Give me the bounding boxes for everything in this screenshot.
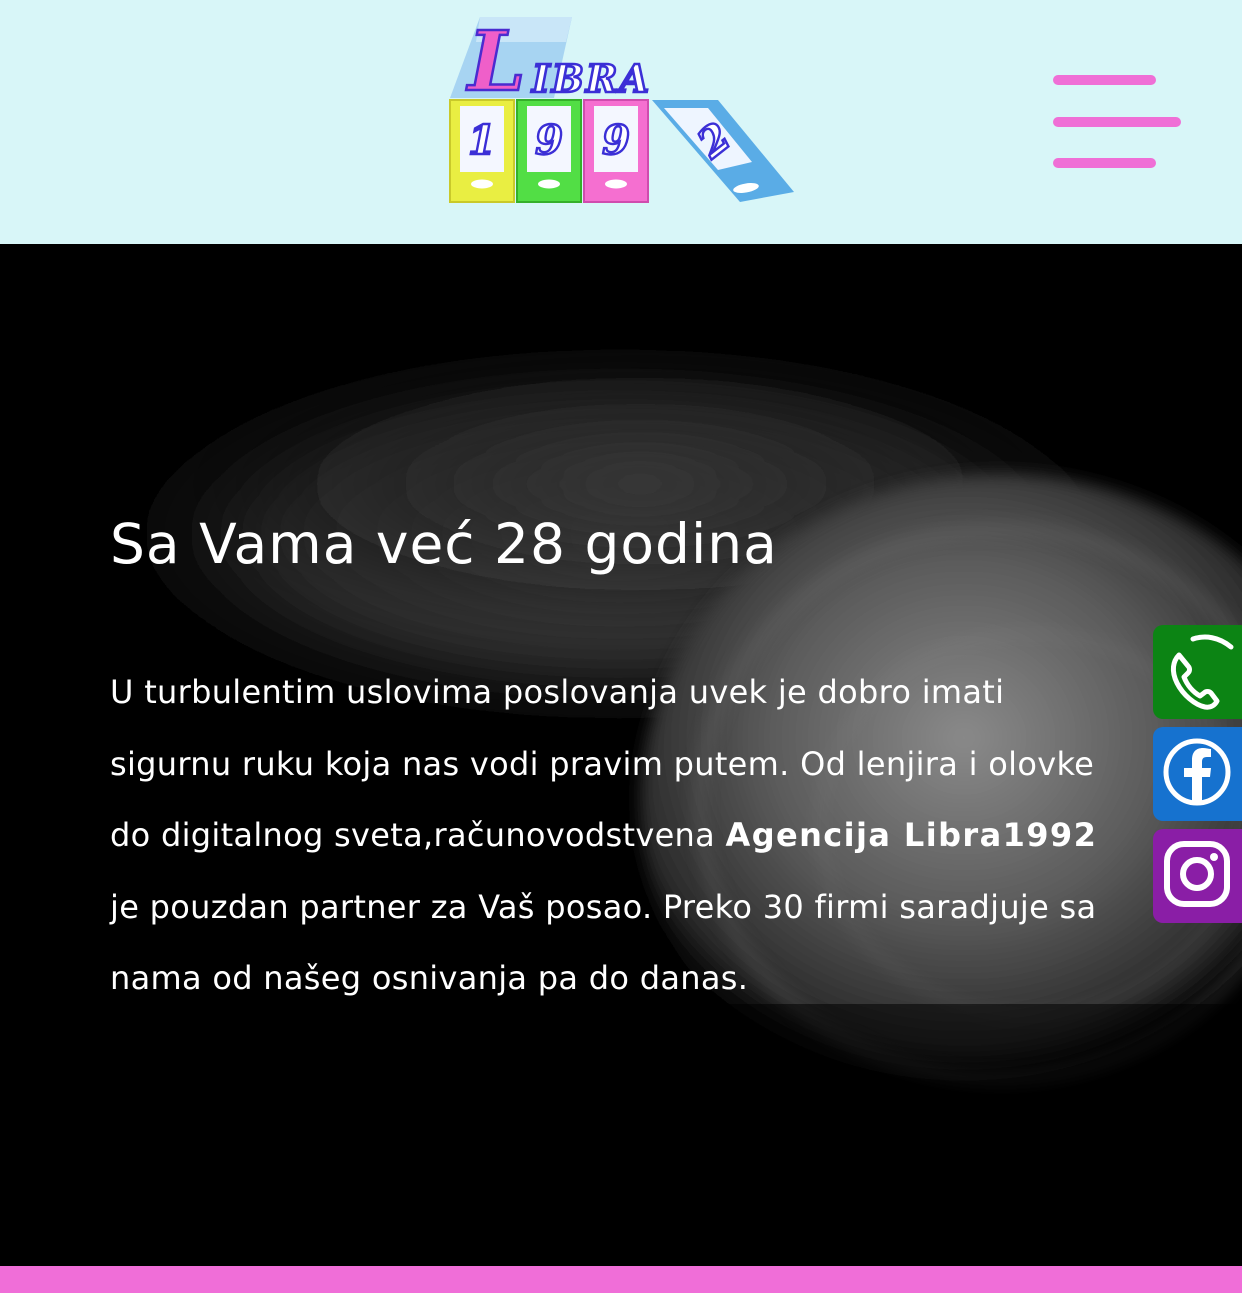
site-header: L IBRA 1 9 9 2 xyxy=(0,0,1242,244)
hero-section: Sa Vama već 28 godina U turbulentim uslo… xyxy=(0,244,1242,1266)
hero-title: Sa Vama već 28 godina xyxy=(110,512,778,576)
logo-graphic: L IBRA 1 9 9 2 xyxy=(449,13,794,203)
hero-paragraph: U turbulentim uslovima poslovanja uvek j… xyxy=(110,657,1120,1015)
instagram-icon xyxy=(1164,841,1230,907)
menu-bar-middle xyxy=(1053,117,1181,127)
hero-paragraph-company: Agencija Libra1992 xyxy=(725,816,1098,854)
phone-button[interactable] xyxy=(1153,625,1242,719)
hero-paragraph-text-2: je pouzdan partner za Vaš posao. Preko 3… xyxy=(110,887,1097,998)
instagram-button[interactable] xyxy=(1153,829,1242,923)
logo-digit-1: 1 xyxy=(468,117,496,164)
logo-digit-3: 9 xyxy=(602,117,630,164)
facebook-icon xyxy=(1163,738,1231,806)
libra1992-logo[interactable]: L IBRA 1 9 9 2 xyxy=(446,12,798,208)
hamburger-menu-icon[interactable] xyxy=(1050,72,1184,172)
facebook-button[interactable] xyxy=(1153,727,1242,821)
menu-bar-bottom xyxy=(1053,158,1156,168)
footer-strip xyxy=(0,1266,1242,1293)
logo-digit-2: 9 xyxy=(535,117,563,164)
phone-icon xyxy=(1170,634,1234,710)
menu-bar-top xyxy=(1053,75,1156,85)
svg-text:L: L xyxy=(466,14,526,110)
logo-word: IBRA xyxy=(531,56,651,101)
